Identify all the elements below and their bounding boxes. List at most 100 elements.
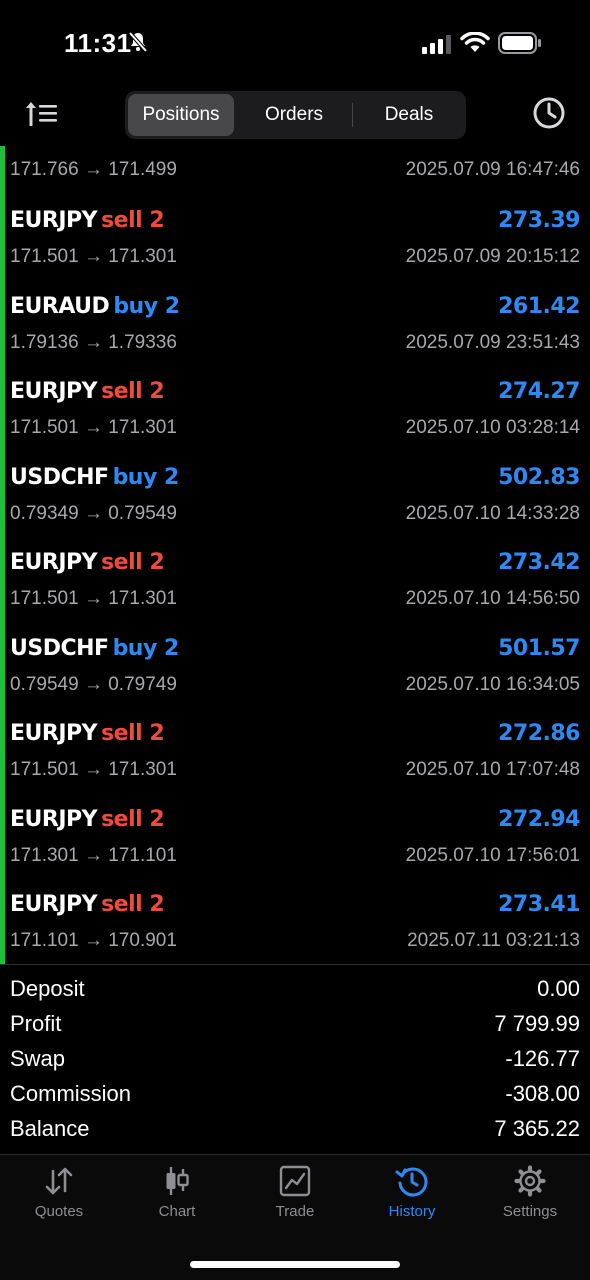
tab-positions[interactable]: Positions xyxy=(128,94,234,136)
history-icon xyxy=(395,1167,428,1197)
summary-value: -126.77 xyxy=(505,1046,580,1071)
tab-bar: Quotes Chart Trade History Settings xyxy=(0,1154,590,1280)
deal-side: sell 2 xyxy=(101,721,165,746)
price-change: 0.79349 → 0.79549 xyxy=(10,502,177,524)
clock-icon[interactable] xyxy=(532,96,566,130)
deal-title: USDCHF buy 2 xyxy=(10,465,179,495)
summary-label: Commission xyxy=(10,1081,132,1106)
price-change: 171.501 → 171.301 xyxy=(10,588,177,609)
deal-title: EURJPY sell 2 xyxy=(10,379,165,409)
deal-profit: 272.86 xyxy=(498,721,580,746)
deal-side: sell 2 xyxy=(101,550,165,575)
deal-time: 2025.07.09 16:47:46 xyxy=(405,159,580,180)
tab-settings[interactable]: Settings xyxy=(475,1165,585,1235)
deal-side: buy 2 xyxy=(113,293,180,319)
history-summary: Deposit 0.00 Profit 7 799.99 Swap -126.7… xyxy=(0,972,590,1148)
deal-time: 2025.07.10 14:33:28 xyxy=(405,502,580,524)
deals-list[interactable]: 171.766 → 171.499 2025.07.09 16:47:46 EU… xyxy=(0,146,590,964)
deal-title: USDCHF buy 2 xyxy=(10,636,179,666)
tab-label: Quotes xyxy=(34,1203,84,1220)
tab-chart[interactable]: Chart xyxy=(122,1165,232,1235)
quotes-icon xyxy=(45,1167,73,1195)
deal-symbol: USDCHF xyxy=(10,635,109,661)
summary-swap: Swap -126.77 xyxy=(0,1042,590,1077)
tab-label: Settings xyxy=(502,1203,558,1220)
deal-time: 2025.07.10 17:56:01 xyxy=(405,844,580,866)
tab-label: Chart xyxy=(158,1203,196,1220)
deal-side: sell 2 xyxy=(101,379,165,404)
price-change: 171.501 → 171.301 xyxy=(10,759,177,780)
status-time: 11:31 xyxy=(64,28,132,58)
summary-balance: Balance 7 365.22 xyxy=(0,1112,590,1147)
list-item[interactable]: EURJPY sell 2 273.39 171.501 → 171.301 20… xyxy=(0,194,590,280)
deal-side: buy 2 xyxy=(112,635,180,661)
deal-time: 2025.07.10 17:07:48 xyxy=(405,759,580,780)
summary-label: Profit xyxy=(10,1011,62,1036)
list-item[interactable]: EURJPY sell 2 274.27 171.501 → 171.301 20… xyxy=(0,365,590,451)
price-change: 171.101 → 170.901 xyxy=(10,930,177,951)
deal-profit: 261.42 xyxy=(498,293,580,319)
summary-value: 7 365.22 xyxy=(494,1116,580,1141)
tab-history[interactable]: History xyxy=(357,1165,467,1235)
summary-value: 7 799.99 xyxy=(494,1011,580,1036)
price-change: 1.79136 → 1.79336 xyxy=(10,331,177,353)
list-item[interactable]: USDCHF buy 2 501.57 0.79549 → 0.79749 202… xyxy=(0,622,590,708)
toolbar: Positions Orders Deals xyxy=(0,88,590,144)
deal-title: EURAUD buy 2 xyxy=(10,294,180,324)
deal-profit: 272.94 xyxy=(498,806,580,832)
sort-icon[interactable] xyxy=(24,100,60,128)
summary-profit: Profit 7 799.99 xyxy=(0,1007,590,1042)
deal-side: sell 2 xyxy=(101,806,165,832)
deal-symbol: EURJPY xyxy=(10,806,98,832)
list-item[interactable]: EURJPY sell 2 273.42 171.501 → 171.301 20… xyxy=(0,536,590,622)
list-item[interactable]: EURJPY sell 2 273.41 171.101 → 170.901 20… xyxy=(0,878,590,964)
deal-profit: 501.57 xyxy=(498,635,580,661)
deal-title: EURJPY sell 2 xyxy=(10,208,165,238)
list-item[interactable]: 171.766 → 171.499 2025.07.09 16:47:46 xyxy=(0,146,590,194)
deal-title: EURJPY sell 2 xyxy=(10,721,165,751)
tab-trade[interactable]: Trade xyxy=(240,1165,350,1235)
tab-deals[interactable]: Deals xyxy=(355,94,463,136)
deal-time: 2025.07.09 20:15:12 xyxy=(405,246,580,267)
deal-title: EURJPY sell 2 xyxy=(10,806,165,837)
wifi-icon xyxy=(460,32,490,52)
segment-divider xyxy=(352,103,353,127)
price-change: 171.766 → 171.499 xyxy=(10,159,177,180)
deal-symbol: USDCHF xyxy=(10,464,109,490)
deal-side: buy 2 xyxy=(112,464,180,490)
deal-time: 2025.07.10 16:34:05 xyxy=(405,673,580,695)
deal-symbol: EURAUD xyxy=(10,293,110,319)
trade-chart-icon xyxy=(279,1165,311,1197)
deal-time: 2025.07.09 23:51:43 xyxy=(405,331,580,353)
tab-orders[interactable]: Orders xyxy=(238,94,350,136)
price-change: 171.501 → 171.301 xyxy=(10,246,177,267)
candlestick-icon xyxy=(166,1167,189,1195)
tab-label: Trade xyxy=(275,1203,315,1220)
list-item[interactable]: USDCHF buy 2 502.83 0.79349 → 0.79549 202… xyxy=(0,451,590,537)
cellular-signal-icon xyxy=(422,35,451,54)
home-indicator[interactable] xyxy=(190,1261,400,1268)
deal-symbol: EURJPY xyxy=(10,892,98,917)
price-change: 0.79549 → 0.79749 xyxy=(10,673,177,695)
battery-icon xyxy=(498,32,541,54)
deal-side: sell 2 xyxy=(101,892,165,917)
deal-title: EURJPY sell 2 xyxy=(10,892,165,922)
summary-deposit: Deposit 0.00 xyxy=(0,972,590,1007)
divider xyxy=(0,964,590,965)
deal-time: 2025.07.10 03:28:14 xyxy=(405,417,580,438)
tab-label: History xyxy=(388,1203,436,1220)
deal-profit: 502.83 xyxy=(498,464,580,490)
deal-symbol: EURJPY xyxy=(10,550,98,575)
summary-label: Deposit xyxy=(10,976,85,1001)
list-item[interactable]: EURJPY sell 2 272.94 171.301 → 171.101 20… xyxy=(0,793,590,879)
tab-quotes[interactable]: Quotes xyxy=(4,1165,114,1235)
deal-profit: 273.41 xyxy=(498,892,580,917)
list-item[interactable]: EURJPY sell 2 272.86 171.501 → 171.301 20… xyxy=(0,707,590,793)
summary-value: -308.00 xyxy=(505,1081,580,1106)
deal-time: 2025.07.11 03:21:13 xyxy=(407,930,580,951)
deal-symbol: EURJPY xyxy=(10,379,98,404)
list-item[interactable]: EURAUD buy 2 261.42 1.79136 → 1.79336 202… xyxy=(0,280,590,366)
deal-title: EURJPY sell 2 xyxy=(10,550,165,580)
deal-profit: 273.42 xyxy=(498,550,580,575)
deal-side: sell 2 xyxy=(101,208,165,233)
